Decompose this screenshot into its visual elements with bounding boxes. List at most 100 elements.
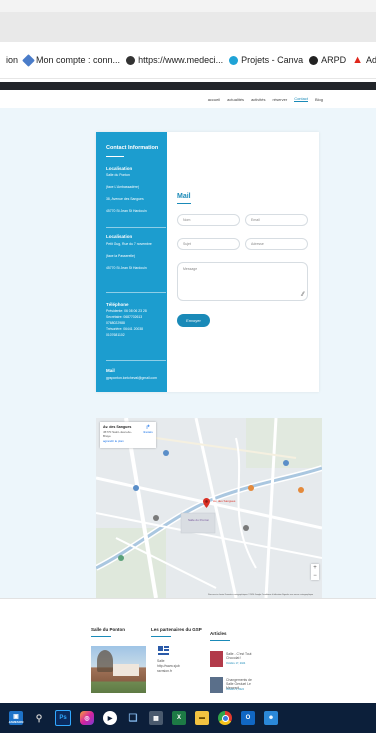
article1-thumbnail[interactable] [210,651,223,667]
divider [151,636,171,637]
contact-info-panel: Contact Information Localisation Salle d… [96,132,167,392]
windows-logo-icon: ▣ [13,713,19,720]
divider [210,640,230,641]
name-field[interactable]: Nom [177,214,240,226]
start-menu-label: JAMESON [8,719,24,724]
phone-line: Présidente: 06 08 06 23 28 [106,309,147,313]
footer-col3-title: Articles [210,631,227,636]
canva-icon [229,55,239,65]
bookmarks-bar: ion Mon compte : conn... https://www.med… [0,42,376,79]
location1-line: Salle du Ponton [106,173,130,177]
browser-address-bar[interactable] [0,12,376,43]
partner-logo[interactable] [157,644,171,656]
bookmark-label: https://www.medeci... [138,55,224,65]
nav-link-contact[interactable]: Contact [294,96,308,102]
partner-link[interactable]: http://www.sjub [157,664,180,668]
location2-line: Petit Gug, Rue du 7 novembre [106,242,152,246]
bookmark-item[interactable]: https://www.medeci... [126,55,223,65]
divider [106,156,124,157]
bookmark-item[interactable]: ion [6,55,18,65]
message-placeholder: Message [183,267,198,271]
excel-icon[interactable]: X [172,711,186,725]
globe-icon [126,55,136,65]
venue-photo [91,646,146,693]
phone-line: Trésorière: 06441 20038 [106,327,144,331]
nav-link-activites[interactable]: activités [251,97,265,102]
tree-shape [97,650,113,672]
zoom-controls: + − [311,564,319,580]
photoshop-icon[interactable]: Ps [55,710,71,726]
email-field[interactable]: Email [245,214,308,226]
map-pin-label: Av. des Sangues [213,499,236,503]
nav-link-reserver[interactable]: réserver [273,97,288,102]
nav-link-actualites[interactable]: actualités [227,97,244,102]
message-field[interactable]: Message ⁄⁄ [177,262,308,301]
location1-title: Localisation [106,166,133,171]
article2-date: Octobre 2, 2024 [226,688,244,691]
footer-col1-title: Salle du Ponton [91,627,126,632]
phone-line: 0768022988 [106,321,125,325]
bookmark-item[interactable]: Projets - Canva [229,55,303,65]
location2-title: Localisation [106,234,133,239]
partner-link[interactable]: ravrsion.fr [157,669,172,673]
location1-line: 45770 St Jean St Hardouin [106,209,147,213]
subject-field[interactable]: Sujet [177,238,240,250]
map-place-name: Av. des Sangues [103,425,132,429]
map-enlarge-link[interactable]: agrandir le plan [103,439,124,443]
bookmark-item[interactable]: Mon compte : conn... [22,53,121,67]
phone-title: Téléphone [106,302,129,307]
windows-taskbar: ▣ JAMESON ⚲ Ps ◎ ▶ ❑ ▦ X ▬ O ☻ [0,703,376,733]
map-attribution: Raccourcis clavier Données cartographiqu… [208,594,314,596]
bookmark-label: Adobe Ac [366,55,376,65]
bookmark-label: Projets - Canva [241,55,304,65]
bookmark-item[interactable]: ▲ Adobe Ac [352,54,376,66]
site-navigation: accueil actualités activités réserver Co… [0,90,376,108]
outlook-icon[interactable]: O [241,711,255,725]
location1-line: (face L'Ambassadère) [106,185,140,189]
nav-link-blog[interactable]: Blog [315,97,323,102]
contact-info-title: Contact Information [106,145,159,151]
phone-line: 0107681102 [106,333,125,337]
location2-line: 45770 St Jean St Hardouin [106,266,147,270]
resize-handle-icon[interactable]: ⁄⁄ [302,292,304,298]
zoom-in-button[interactable]: + [311,564,319,572]
browser-titlebar [0,0,376,12]
map-venue-label: Salle du Ponton [188,518,210,522]
map-pin-icon[interactable] [203,495,210,508]
bookmark-label: ARPD [321,55,347,65]
directions-label: Itinéraire [143,431,153,434]
mail-address[interactable]: gpsponton.lontcheval@gmail.com [106,376,164,380]
start-menu-icon[interactable]: ▣ JAMESON [9,711,23,725]
people-icon[interactable]: ☻ [264,711,278,725]
search-icon[interactable]: ⚲ [32,711,46,725]
article2-thumbnail[interactable] [210,677,223,693]
file-explorer-icon[interactable]: ▬ [195,711,209,725]
divider [177,203,191,204]
site-top-bar [0,82,376,90]
nav-link-accueil[interactable]: accueil [208,97,220,102]
bookmark-label: Mon compte : conn... [36,55,121,65]
diamond-icon [22,53,35,67]
directions-button[interactable]: ↱ Itinéraire [143,425,153,434]
divider [106,292,166,293]
zoom-out-button[interactable]: − [311,572,319,580]
bookmark-label: ion [6,55,19,65]
divider [106,227,166,228]
footer-col2-title: Les partenaires du GSP [151,627,202,632]
article1-title[interactable]: Salle - C'est Tout Chocolat ! [226,652,256,660]
calculator-icon[interactable]: ▦ [149,711,163,725]
files-icon[interactable]: ❑ [126,711,140,725]
address-field[interactable]: Adresse [245,238,308,250]
chrome-icon[interactable] [218,711,232,725]
instagram-icon[interactable]: ◎ [80,711,94,725]
divider [91,636,111,637]
partner-line: Salle [157,659,165,663]
media-player-icon[interactable]: ▶ [103,711,117,725]
bookmark-item[interactable]: ARPD [309,55,346,65]
send-button[interactable]: Envoyer [177,314,210,327]
location1-line: 38, Avenue des Sangues [106,197,144,201]
site-footer: Salle du Ponton Les partenaires du GSP S… [0,598,376,704]
adobe-icon: ▲ [352,54,364,66]
article1-date: Octobre 17, 2024 [226,662,246,665]
building-shape [113,664,139,676]
